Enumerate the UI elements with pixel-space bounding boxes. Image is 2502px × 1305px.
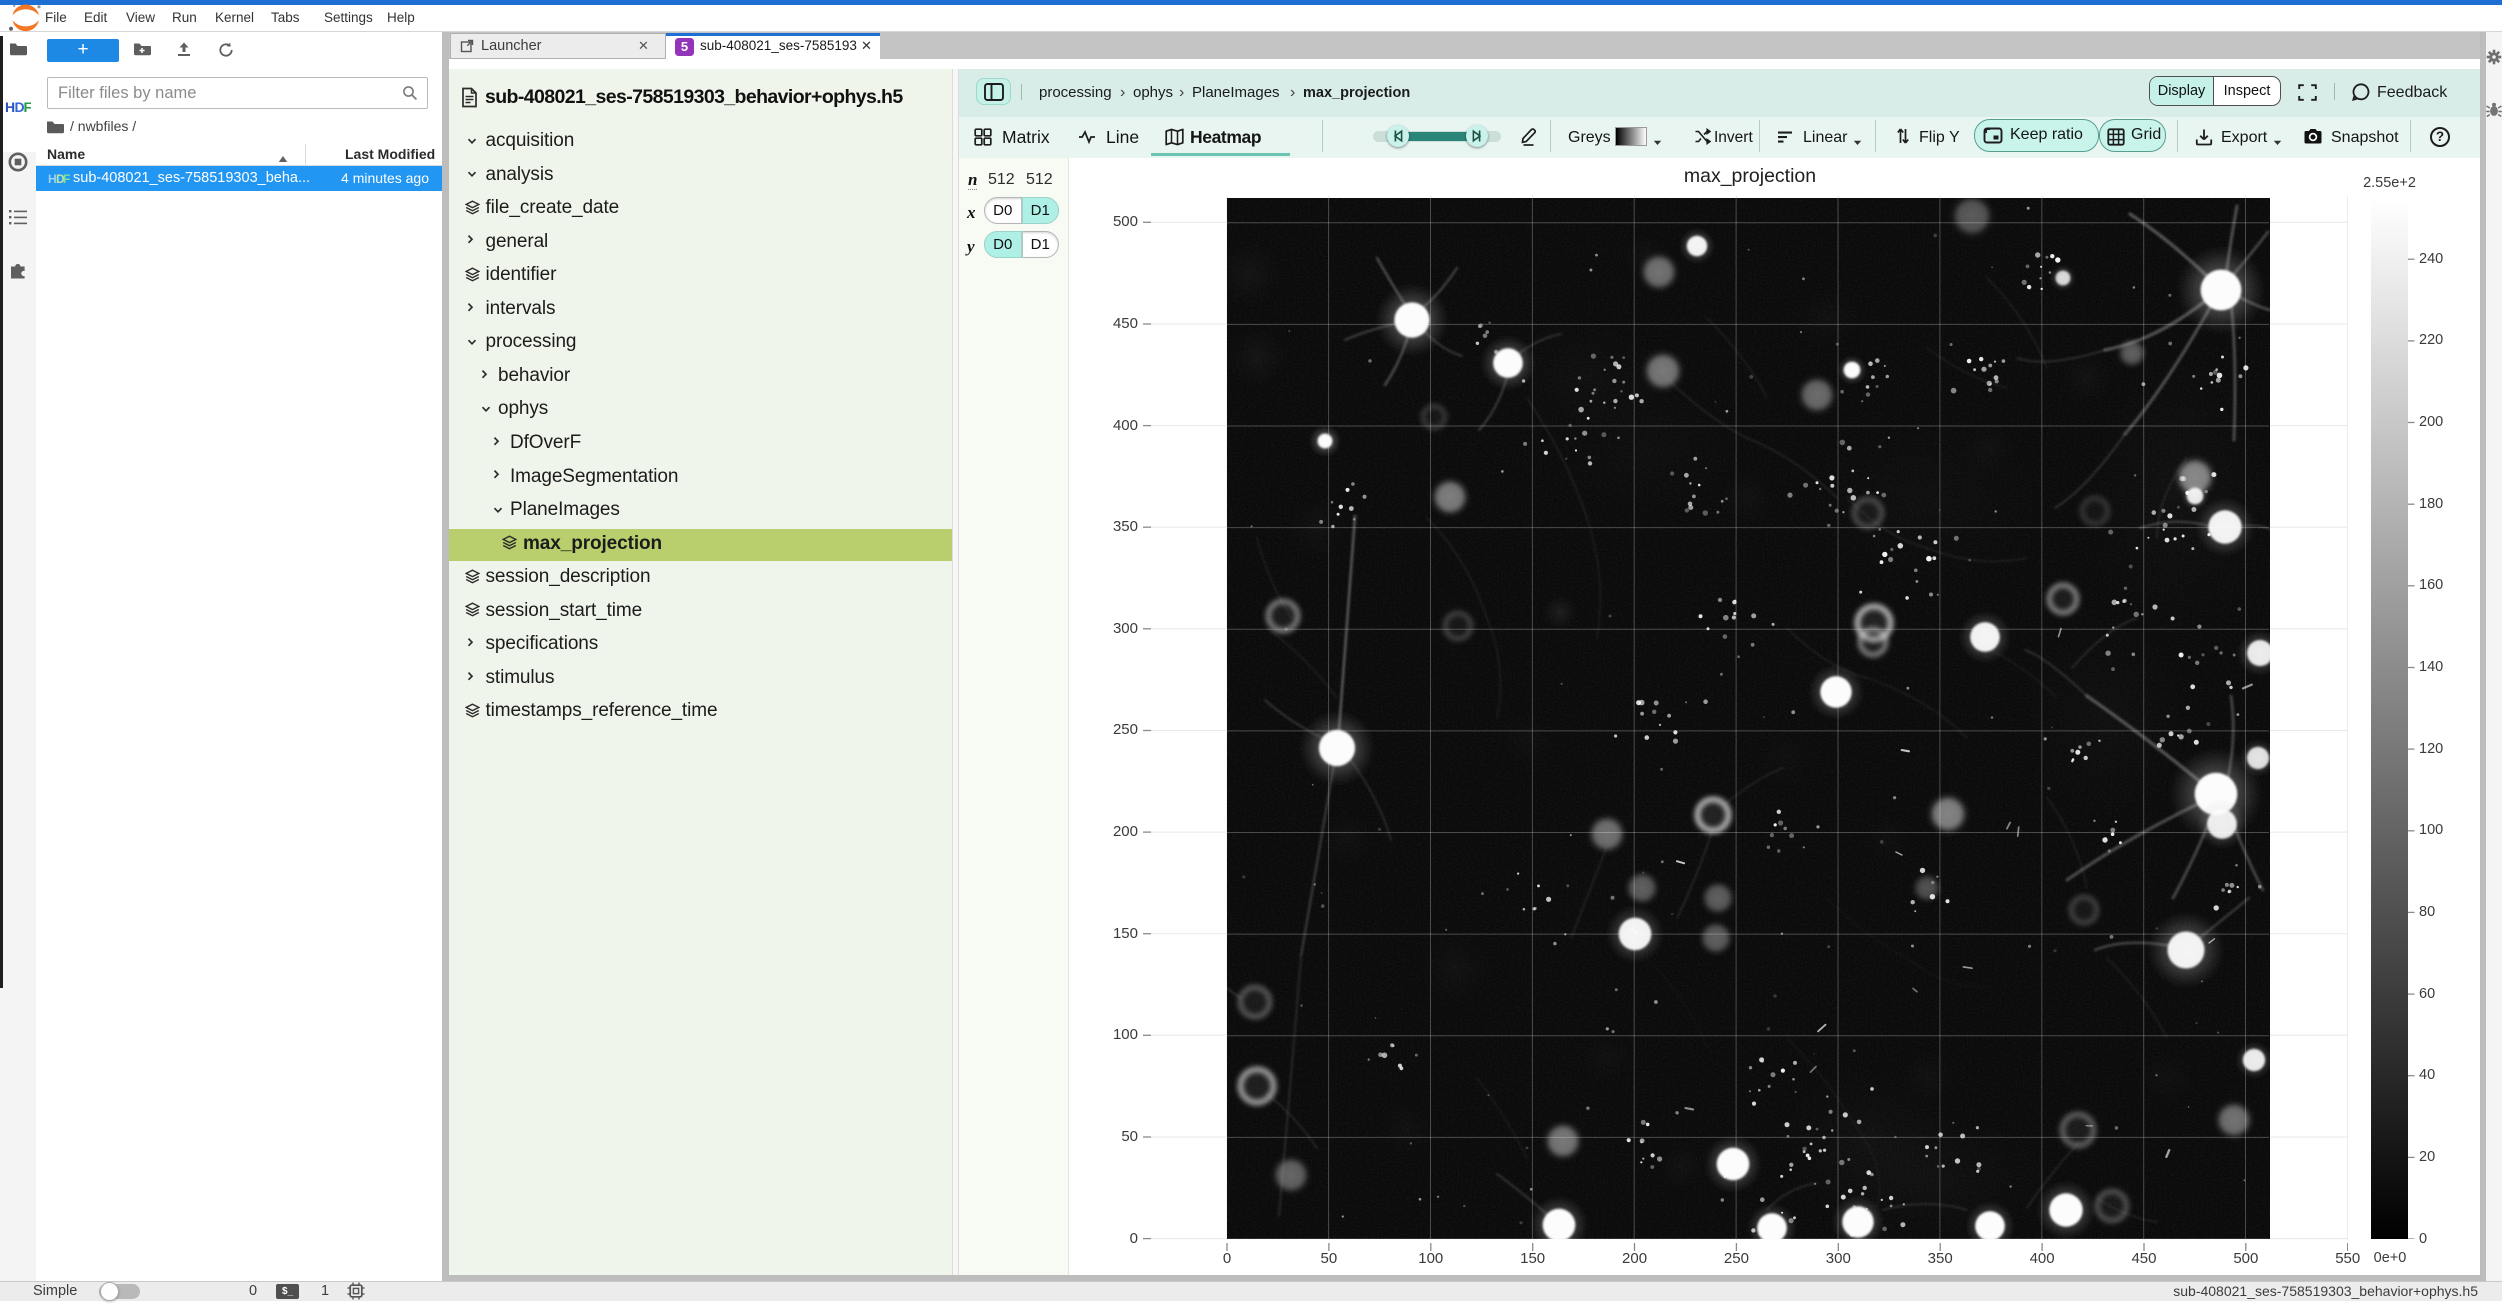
svg-text:F: F xyxy=(24,99,32,115)
svg-text:F: F xyxy=(63,172,70,185)
